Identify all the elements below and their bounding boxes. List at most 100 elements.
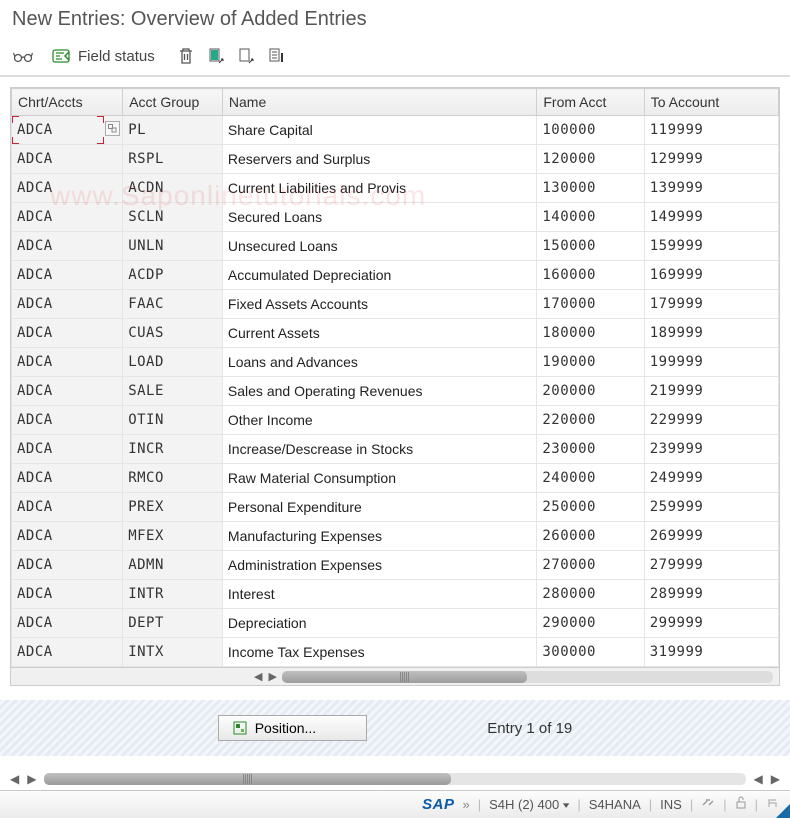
to-account-cell[interactable]: 119999: [645, 116, 778, 144]
table-row[interactable]: ADCAMFEXManufacturing Expenses2600002699…: [12, 522, 779, 551]
name-cell[interactable]: Manufacturing Expenses: [223, 522, 536, 550]
table-row[interactable]: ADCAACDNCurrent Liabilities and Provis13…: [12, 174, 779, 203]
from-acct-cell[interactable]: 230000: [537, 435, 643, 463]
to-account-cell[interactable]: 319999: [645, 638, 778, 666]
from-acct-cell[interactable]: 290000: [537, 609, 643, 637]
table-row[interactable]: ADCAUNLNUnsecured Loans150000159999: [12, 232, 779, 261]
table-row[interactable]: ADCACUASCurrent Assets180000189999: [12, 319, 779, 348]
chrt-accts-cell[interactable]: ADCA: [12, 435, 122, 463]
name-cell[interactable]: Increase/Descrease in Stocks: [223, 435, 536, 463]
chrt-accts-cell[interactable]: ADCA: [12, 609, 122, 637]
chrt-accts-cell[interactable]: ADCA: [12, 319, 122, 347]
select-all-icon[interactable]: [205, 45, 227, 67]
chrt-accts-cell[interactable]: ADCA: [12, 116, 122, 144]
chrt-accts-cell[interactable]: ADCA: [12, 203, 122, 231]
name-cell[interactable]: Current Assets: [223, 319, 536, 347]
name-cell[interactable]: Administration Expenses: [223, 551, 536, 579]
from-acct-cell[interactable]: 280000: [537, 580, 643, 608]
from-acct-cell[interactable]: 170000: [537, 290, 643, 318]
from-acct-cell[interactable]: 200000: [537, 377, 643, 405]
table-row[interactable]: ADCASALESales and Operating Revenues2000…: [12, 377, 779, 406]
chrt-accts-cell[interactable]: ADCA: [12, 638, 122, 666]
acct-group-cell[interactable]: ACDP: [123, 261, 222, 289]
chrt-accts-cell[interactable]: ADCA: [12, 493, 122, 521]
name-cell[interactable]: Fixed Assets Accounts: [223, 290, 536, 318]
main-horizontal-scrollbar[interactable]: ◀ ▶ ◀ ▶: [6, 770, 784, 788]
acct-group-cell[interactable]: INCR: [123, 435, 222, 463]
from-acct-cell[interactable]: 120000: [537, 145, 643, 173]
table-row[interactable]: ADCAINTXIncome Tax Expenses300000319999: [12, 638, 779, 667]
acct-group-cell[interactable]: OTIN: [123, 406, 222, 434]
from-acct-cell[interactable]: 300000: [537, 638, 643, 666]
table-row[interactable]: ADCAACDPAccumulated Depreciation16000016…: [12, 261, 779, 290]
col-header-to[interactable]: To Account: [644, 89, 778, 116]
to-account-cell[interactable]: 299999: [645, 609, 778, 637]
acct-group-cell[interactable]: DEPT: [123, 609, 222, 637]
to-account-cell[interactable]: 219999: [645, 377, 778, 405]
acct-group-cell[interactable]: INTR: [123, 580, 222, 608]
table-row[interactable]: ADCAFAACFixed Assets Accounts17000017999…: [12, 290, 779, 319]
acct-group-cell[interactable]: LOAD: [123, 348, 222, 376]
field-status-label[interactable]: Field status: [78, 48, 155, 65]
acct-group-cell[interactable]: PREX: [123, 493, 222, 521]
value-help-icon[interactable]: [105, 121, 120, 136]
name-cell[interactable]: Secured Loans: [223, 203, 536, 231]
acct-group-cell[interactable]: INTX: [123, 638, 222, 666]
from-acct-cell[interactable]: 160000: [537, 261, 643, 289]
col-header-from[interactable]: From Acct: [537, 89, 644, 116]
from-acct-cell[interactable]: 190000: [537, 348, 643, 376]
table-row[interactable]: ADCAINCRIncrease/Descrease in Stocks2300…: [12, 435, 779, 464]
acct-group-cell[interactable]: ACDN: [123, 174, 222, 202]
table-row[interactable]: ADCARMCORaw Material Consumption24000024…: [12, 464, 779, 493]
main-scroll-right2-icon[interactable]: ▶: [767, 772, 784, 786]
chrt-accts-cell[interactable]: ADCA: [12, 377, 122, 405]
acct-group-cell[interactable]: RMCO: [123, 464, 222, 492]
to-account-cell[interactable]: 249999: [645, 464, 778, 492]
chrt-accts-cell[interactable]: ADCA: [12, 348, 122, 376]
name-cell[interactable]: Raw Material Consumption: [223, 464, 536, 492]
from-acct-cell[interactable]: 250000: [537, 493, 643, 521]
chrt-accts-cell[interactable]: ADCA: [12, 464, 122, 492]
position-button[interactable]: Position...: [218, 715, 367, 741]
to-account-cell[interactable]: 139999: [645, 174, 778, 202]
chrt-accts-cell[interactable]: ADCA: [12, 261, 122, 289]
to-account-cell[interactable]: 169999: [645, 261, 778, 289]
corner-resize-icon[interactable]: [776, 804, 790, 818]
table-row[interactable]: ADCAOTINOther Income220000229999: [12, 406, 779, 435]
from-acct-cell[interactable]: 240000: [537, 464, 643, 492]
field-status-icon[interactable]: [50, 45, 72, 67]
name-cell[interactable]: Accumulated Depreciation: [223, 261, 536, 289]
col-header-name[interactable]: Name: [222, 89, 536, 116]
acct-group-cell[interactable]: UNLN: [123, 232, 222, 260]
chrt-accts-cell[interactable]: ADCA: [12, 522, 122, 550]
from-acct-cell[interactable]: 180000: [537, 319, 643, 347]
from-acct-cell[interactable]: 260000: [537, 522, 643, 550]
name-cell[interactable]: Personal Expenditure: [223, 493, 536, 521]
to-account-cell[interactable]: 239999: [645, 435, 778, 463]
lock-icon[interactable]: [735, 796, 747, 813]
acct-group-cell[interactable]: CUAS: [123, 319, 222, 347]
from-acct-cell[interactable]: 150000: [537, 232, 643, 260]
acct-group-cell[interactable]: SCLN: [123, 203, 222, 231]
acct-group-cell[interactable]: MFEX: [123, 522, 222, 550]
acct-group-cell[interactable]: FAAC: [123, 290, 222, 318]
to-account-cell[interactable]: 269999: [645, 522, 778, 550]
deselect-all-icon[interactable]: [235, 45, 257, 67]
acct-group-cell[interactable]: RSPL: [123, 145, 222, 173]
main-scroll-left2-icon[interactable]: ◀: [750, 772, 767, 786]
table-row[interactable]: ADCARSPLReservers and Surplus12000012999…: [12, 145, 779, 174]
to-account-cell[interactable]: 189999: [645, 319, 778, 347]
to-account-cell[interactable]: 159999: [645, 232, 778, 260]
chrt-accts-cell[interactable]: ADCA: [12, 551, 122, 579]
expand-icon[interactable]: »: [462, 797, 469, 812]
chrt-accts-cell[interactable]: ADCA: [12, 232, 122, 260]
to-account-cell[interactable]: 259999: [645, 493, 778, 521]
table-row[interactable]: ADCAADMNAdministration Expenses270000279…: [12, 551, 779, 580]
name-cell[interactable]: Loans and Advances: [223, 348, 536, 376]
name-cell[interactable]: Current Liabilities and Provis: [223, 174, 536, 202]
col-header-group[interactable]: Acct Group: [123, 89, 223, 116]
acct-group-cell[interactable]: PL: [123, 116, 222, 144]
acct-group-cell[interactable]: ADMN: [123, 551, 222, 579]
table-row[interactable]: ADCAPLShare Capital100000119999: [12, 116, 779, 145]
col-header-chrt[interactable]: Chrt/Accts: [12, 89, 123, 116]
